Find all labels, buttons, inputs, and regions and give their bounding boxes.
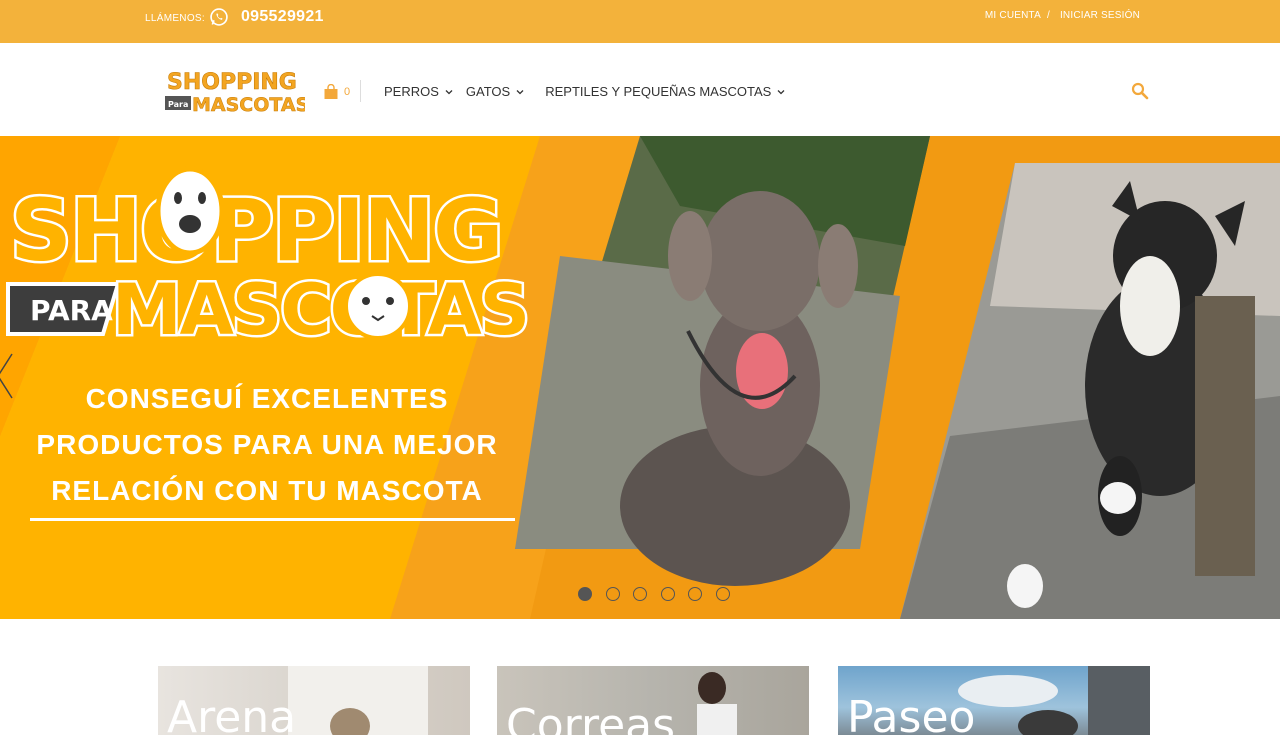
nav-label: PERROS: [384, 84, 439, 99]
slider-dot-5[interactable]: [688, 587, 703, 601]
hero-slider: SHOPPING PARA MASCOTAS CONSEGUÍ EXCELENT…: [0, 136, 1280, 619]
account-links: MI CUENTA / INICIAR SESIÓN: [985, 10, 1140, 21]
slogan-line-3: RELACIÓN CON TU MASCOTA: [51, 475, 483, 506]
chevron-down-icon: [516, 89, 524, 94]
slider-dot-1[interactable]: [578, 587, 592, 601]
nav-item-perros[interactable]: PERROS: [384, 84, 454, 99]
main-nav: PERROS GATOS REPTILES Y PEQUEÑAS MASCOTA…: [384, 84, 786, 99]
slogan-line-1: CONSEGUÍ EXCELENTES: [85, 383, 449, 414]
category-card-arena[interactable]: Arena: [158, 666, 470, 735]
hero-slogan: CONSEGUÍ EXCELENTES PRODUCTOS PARA UNA M…: [18, 376, 516, 514]
category-label: Correas: [506, 700, 676, 735]
nav-item-gatos[interactable]: GATOS: [466, 84, 525, 99]
site-logo[interactable]: SHOPPING Para MASCOTAS: [165, 67, 305, 117]
site-header: SHOPPING Para MASCOTAS 0 PERROS GATOS RE…: [0, 43, 1280, 136]
top-bar: LLÁMENOS: 095529921 MI CUENTA / INICIAR SE…: [0, 0, 1280, 43]
call-label: LLÁMENOS:: [145, 13, 205, 24]
dog-face-icon: [155, 166, 225, 256]
shopping-bag-icon: [324, 84, 338, 99]
category-label: Arena: [167, 692, 297, 735]
chevron-down-icon: [777, 89, 785, 94]
cart-count: 0: [344, 86, 351, 98]
slider-dot-2[interactable]: [605, 587, 620, 601]
slider-dot-3[interactable]: [633, 587, 648, 601]
chevron-down-icon: [445, 89, 453, 94]
category-label: Paseo: [847, 692, 976, 735]
hero-brand-logo: SHOPPING PARA MASCOTAS: [6, 166, 533, 354]
slogan-underline: [30, 518, 515, 521]
nav-label: REPTILES Y PEQUEÑAS MASCOTAS: [545, 84, 772, 99]
category-cards: Arena Correas Paseo: [158, 666, 1152, 735]
login-link[interactable]: INICIAR SESIÓN: [1060, 10, 1140, 21]
hero-brand-para: PARA: [30, 294, 113, 327]
chevron-left-icon[interactable]: [0, 351, 16, 401]
category-card-correas[interactable]: Correas: [497, 666, 809, 735]
logo-bottom-text: MASCOTAS: [192, 94, 305, 116]
slider-dot-4[interactable]: [660, 587, 675, 601]
logo-para-text: Para: [168, 100, 188, 109]
slider-pagination: [578, 587, 744, 601]
call-us: LLÁMENOS: 095529921: [145, 7, 324, 27]
hero-brand-top: SHOPPING: [10, 181, 502, 281]
nav-item-reptiles[interactable]: REPTILES Y PEQUEÑAS MASCOTAS: [545, 84, 786, 99]
category-card-paseo[interactable]: Paseo: [838, 666, 1150, 735]
nav-label: GATOS: [465, 84, 511, 99]
my-account-link[interactable]: MI CUENTA: [985, 10, 1041, 21]
cart-button[interactable]: 0: [323, 83, 350, 101]
divider: [360, 80, 361, 102]
phone-number[interactable]: 095529921: [241, 8, 324, 26]
search-icon[interactable]: [1131, 82, 1149, 100]
slider-dot-6[interactable]: [715, 587, 730, 601]
logo-top-text: SHOPPING: [167, 70, 297, 95]
slogan-line-2: PRODUCTOS PARA UNA MEJOR: [36, 429, 498, 460]
hero-brand-bottom: MASCOTAS: [112, 269, 528, 351]
separator: /: [1046, 10, 1050, 21]
cat-face-icon: [344, 272, 412, 340]
whatsapp-icon: [210, 8, 228, 26]
